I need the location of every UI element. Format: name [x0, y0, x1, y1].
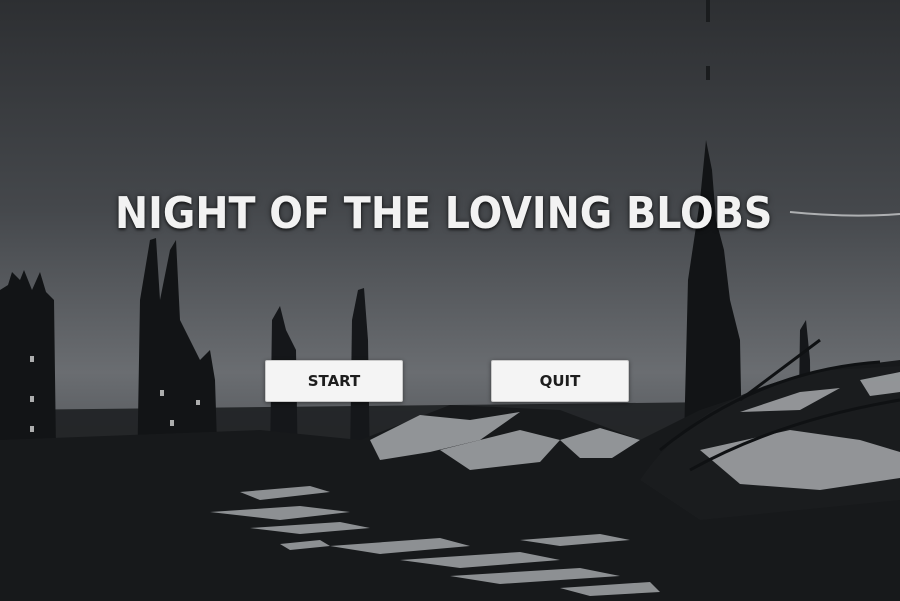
quit-button[interactable]: QUIT	[491, 360, 629, 402]
game-title: NIGHT OF THE LOVING BLOBS	[114, 188, 773, 239]
start-button[interactable]: START	[265, 360, 403, 402]
night-city-backdrop	[0, 0, 900, 601]
main-menu-screen: NIGHT OF THE LOVING BLOBS START QUIT	[0, 0, 900, 601]
